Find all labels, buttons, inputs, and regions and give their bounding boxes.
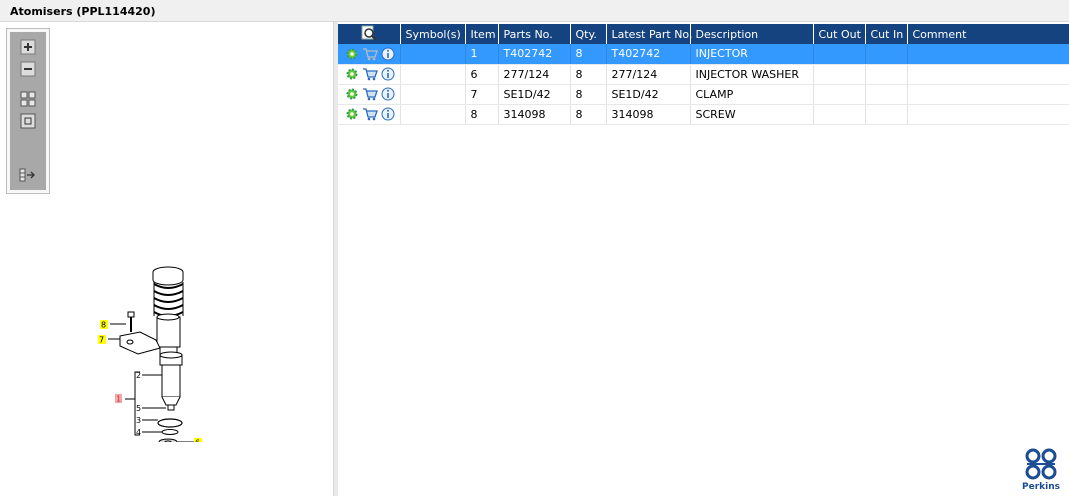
cell-latest-part-no: 277/124 — [606, 64, 691, 85]
export-icon — [19, 168, 35, 182]
parts-list-pane: Symbol(s) Item Parts No. Qty. Latest Par… — [338, 22, 1069, 496]
cell-item: 8 — [465, 104, 499, 125]
column-description[interactable]: Description — [690, 24, 814, 44]
cell-cut-out — [813, 104, 866, 125]
cart-icon[interactable] — [362, 66, 378, 82]
table-header: Symbol(s) Item Parts No. Qty. Latest Par… — [338, 24, 1069, 44]
cell-item: 1 — [465, 44, 499, 65]
zoom-in-button[interactable] — [19, 38, 37, 56]
export-button[interactable] — [19, 166, 37, 184]
cell-description: INJECTOR — [690, 44, 814, 65]
column-qty[interactable]: Qty. — [570, 24, 607, 44]
cell-description: INJECTOR WASHER — [690, 64, 814, 85]
cell-parts-no: 314098 — [498, 104, 571, 125]
detail-gear-icon[interactable] — [345, 66, 359, 82]
injector-exploded-diagram[interactable]: 8 7 1 2 5 3 4 6 — [90, 262, 220, 442]
cell-qty: 8 — [570, 84, 607, 105]
brand-name: Perkins — [1022, 482, 1060, 492]
zoom-toolbar — [6, 28, 50, 194]
cell-parts-no: 277/124 — [498, 64, 571, 85]
detail-gear-icon[interactable] — [345, 106, 359, 122]
callout-5[interactable]: 5 — [136, 404, 141, 413]
cell-symbols — [400, 64, 466, 85]
cell-item: 6 — [465, 64, 499, 85]
cell-cut-in — [865, 104, 908, 125]
cell-latest-part-no: T402742 — [606, 44, 691, 65]
actual-size-button[interactable] — [19, 112, 37, 130]
column-cut-in[interactable]: Cut In — [865, 24, 908, 44]
zoom-in-icon — [20, 39, 36, 55]
column-cut-out[interactable]: Cut Out — [813, 24, 866, 44]
parts-table: Symbol(s) Item Parts No. Qty. Latest Par… — [338, 24, 1069, 125]
callout-4[interactable]: 4 — [136, 428, 141, 437]
detail-gear-icon[interactable] — [345, 86, 359, 102]
cart-icon[interactable] — [362, 86, 378, 102]
fit-page-icon — [20, 91, 36, 107]
cart-icon[interactable] — [362, 106, 378, 122]
cell-comment — [907, 84, 1069, 105]
column-parts-no[interactable]: Parts No. — [498, 24, 571, 44]
table-row[interactable]: 7 SE1D/42 8 SE1D/42 CLAMP — [338, 84, 1069, 105]
callout-1[interactable]: 1 — [116, 395, 121, 404]
cell-comment — [907, 64, 1069, 85]
cell-parts-no: SE1D/42 — [498, 84, 571, 105]
cart-icon[interactable] — [362, 46, 378, 62]
cell-description: SCREW — [690, 104, 814, 125]
callout-3[interactable]: 3 — [136, 416, 141, 425]
cell-cut-in — [865, 64, 908, 85]
callout-6[interactable]: 6 — [195, 439, 200, 443]
actual-size-icon — [20, 113, 36, 129]
table-row[interactable]: 1 T402742 8 T402742 INJECTOR — [338, 44, 1069, 65]
cell-latest-part-no: 314098 — [606, 104, 691, 125]
info-icon[interactable] — [381, 106, 395, 122]
cell-qty: 8 — [570, 44, 607, 65]
table-row[interactable]: 6 277/124 8 277/124 INJECTOR WASHER — [338, 64, 1069, 85]
fit-page-button[interactable] — [19, 90, 37, 108]
cell-symbols — [400, 84, 466, 105]
cell-cut-out — [813, 64, 866, 85]
cell-comment — [907, 44, 1069, 65]
cell-comment — [907, 104, 1069, 125]
column-search-header[interactable] — [338, 24, 401, 44]
callout-8[interactable]: 8 — [101, 321, 106, 330]
column-item[interactable]: Item — [465, 24, 499, 44]
cell-cut-in — [865, 44, 908, 65]
zoom-out-icon — [20, 61, 36, 77]
cell-latest-part-no: SE1D/42 — [606, 84, 691, 105]
info-icon[interactable] — [381, 66, 395, 82]
cell-qty: 8 — [570, 64, 607, 85]
window-title: Atomisers (PPL114420) — [0, 0, 1069, 22]
cell-cut-out — [813, 44, 866, 65]
column-comment[interactable]: Comment — [907, 24, 1069, 44]
info-icon[interactable] — [381, 86, 395, 102]
column-symbols[interactable]: Symbol(s) — [400, 24, 466, 44]
zoom-out-button[interactable] — [19, 60, 37, 78]
search-doc-icon — [361, 25, 377, 41]
cell-qty: 8 — [570, 104, 607, 125]
perkins-logo: Perkins — [1019, 447, 1063, 492]
cell-cut-in — [865, 84, 908, 105]
cell-symbols — [400, 44, 466, 65]
detail-gear-icon[interactable] — [345, 46, 359, 62]
cell-cut-out — [813, 84, 866, 105]
callout-2[interactable]: 2 — [136, 371, 141, 380]
illustration-pane[interactable]: 8 7 1 2 5 3 4 6 — [0, 22, 334, 496]
callout-7[interactable]: 7 — [99, 336, 104, 345]
table-row[interactable]: 8 314098 8 314098 SCREW — [338, 104, 1069, 125]
cell-item: 7 — [465, 84, 499, 105]
perkins-logo-icon — [1025, 448, 1057, 480]
column-latest-part-no[interactable]: Latest Part No. — [606, 24, 692, 44]
cell-parts-no: T402742 — [498, 44, 571, 65]
cell-symbols — [400, 104, 466, 125]
cell-description: CLAMP — [690, 84, 814, 105]
info-icon[interactable] — [381, 46, 395, 62]
